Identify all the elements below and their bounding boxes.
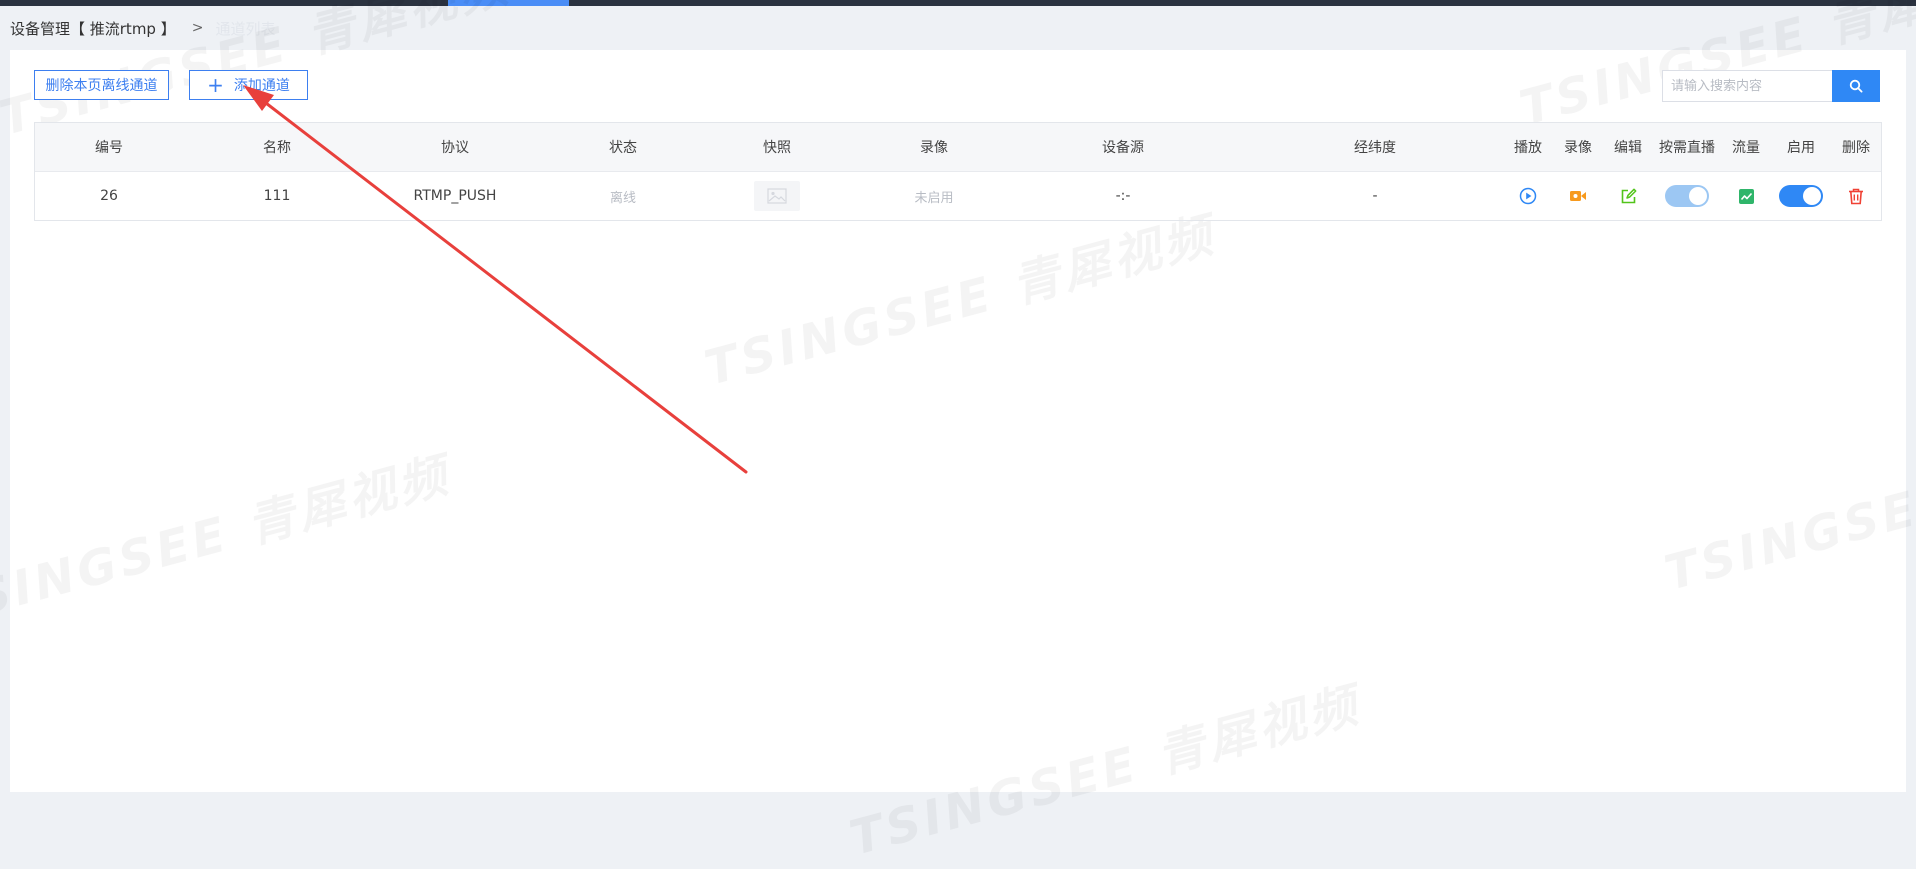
top-bar <box>0 0 1916 6</box>
cell-delete <box>1831 172 1881 220</box>
header-edit: 编辑 <box>1614 140 1642 156</box>
cell-record: 未启用 <box>914 190 954 206</box>
table-header-row: 编号 名称 协议 状态 快照 录像 设备源 经纬度 播放 录像 编辑 按需直播 … <box>35 123 1881 172</box>
header-enable: 启用 <box>1787 140 1815 156</box>
cell-record-action <box>1553 172 1603 220</box>
header-id: 编号 <box>95 140 123 156</box>
delete-offline-channels-button[interactable]: 删除本页离线通道 <box>34 70 169 100</box>
search-box <box>1662 70 1880 102</box>
header-name: 名称 <box>263 140 291 156</box>
cell-id: 26 <box>100 188 118 204</box>
cell-play <box>1503 172 1553 220</box>
chart-icon <box>1738 188 1754 204</box>
image-placeholder-icon <box>767 188 787 204</box>
breadcrumb-separator: > <box>191 20 204 36</box>
cell-enable <box>1771 172 1831 220</box>
delete-button[interactable] <box>1845 185 1867 207</box>
video-camera-icon <box>1570 191 1586 201</box>
cell-name: 111 <box>263 188 291 204</box>
search-button[interactable] <box>1832 70 1880 102</box>
add-channel-label: 添加通道 <box>233 78 290 94</box>
play-button[interactable] <box>1517 185 1539 207</box>
header-delete: 删除 <box>1842 140 1870 156</box>
traffic-button[interactable] <box>1735 185 1757 207</box>
breadcrumb-current: 通道列表 <box>215 19 276 38</box>
cell-status: 离线 <box>609 190 636 206</box>
cell-protocol: RTMP_PUSH <box>413 188 497 204</box>
header-traffic: 流量 <box>1732 140 1760 156</box>
cell-lat-lng: - <box>1372 188 1378 204</box>
edit-button[interactable] <box>1617 185 1639 207</box>
header-record-action: 录像 <box>1564 140 1592 156</box>
cell-traffic <box>1721 172 1771 220</box>
play-circle-icon <box>1519 187 1537 205</box>
search-icon <box>1849 79 1863 93</box>
cell-device-source: -:- <box>1115 188 1131 204</box>
breadcrumb-device-management[interactable]: 设备管理【 推流rtmp 】 <box>10 18 176 39</box>
active-tab-indicator <box>448 0 569 6</box>
header-status: 状态 <box>609 140 637 156</box>
snapshot-thumbnail[interactable] <box>754 181 800 211</box>
enable-toggle[interactable] <box>1779 185 1823 207</box>
on-demand-toggle[interactable] <box>1665 185 1709 207</box>
header-play: 播放 <box>1514 140 1542 156</box>
cell-on-demand <box>1653 172 1721 220</box>
header-protocol: 协议 <box>441 140 469 156</box>
toggle-knob <box>1689 187 1707 205</box>
record-button[interactable] <box>1567 185 1589 207</box>
edit-icon <box>1621 188 1636 203</box>
header-record: 录像 <box>920 140 948 156</box>
table-row: 26 111 RTMP_PUSH 离线 未启用 -:- - <box>35 172 1881 220</box>
search-input[interactable] <box>1662 70 1832 102</box>
cell-snapshot <box>707 172 847 220</box>
header-lat-lng: 经纬度 <box>1354 140 1396 156</box>
toggle-knob <box>1803 187 1821 205</box>
header-on-demand: 按需直播 <box>1659 140 1715 156</box>
add-channel-button[interactable]: + 添加通道 <box>189 70 308 100</box>
header-device-source: 设备源 <box>1102 140 1144 156</box>
breadcrumb: 设备管理【 推流rtmp 】 > 通道列表 <box>10 16 275 40</box>
trash-icon <box>1849 188 1863 204</box>
plus-icon: + <box>207 73 224 97</box>
cell-edit <box>1603 172 1653 220</box>
channel-table: 编号 名称 协议 状态 快照 录像 设备源 经纬度 播放 录像 编辑 按需直播 … <box>34 122 1882 221</box>
header-snapshot: 快照 <box>763 140 791 156</box>
